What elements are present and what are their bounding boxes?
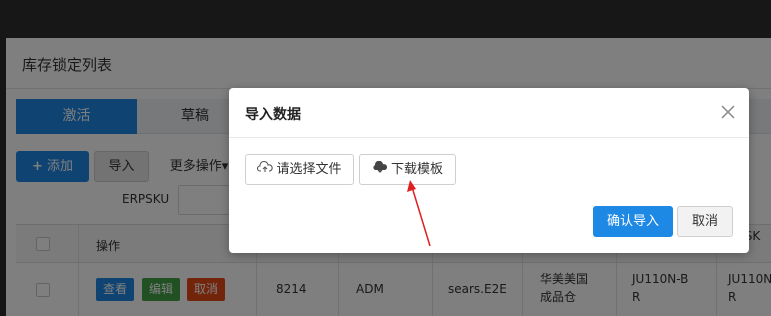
cloud-upload-icon <box>257 155 274 184</box>
download-template-button[interactable]: 下载模板 <box>359 154 456 185</box>
choose-file-button[interactable]: 请选择文件 <box>245 154 354 185</box>
modal-divider <box>229 137 749 138</box>
close-icon[interactable] <box>720 104 736 120</box>
cancel-button[interactable]: 取消 <box>677 206 733 237</box>
cloud-download-icon <box>372 155 388 184</box>
confirm-import-button[interactable]: 确认导入 <box>593 206 673 237</box>
modal-title: 导入数据 <box>245 107 301 123</box>
import-data-modal: 导入数据 请选择文件 下载模板 确认导入 取消 <box>229 88 749 253</box>
